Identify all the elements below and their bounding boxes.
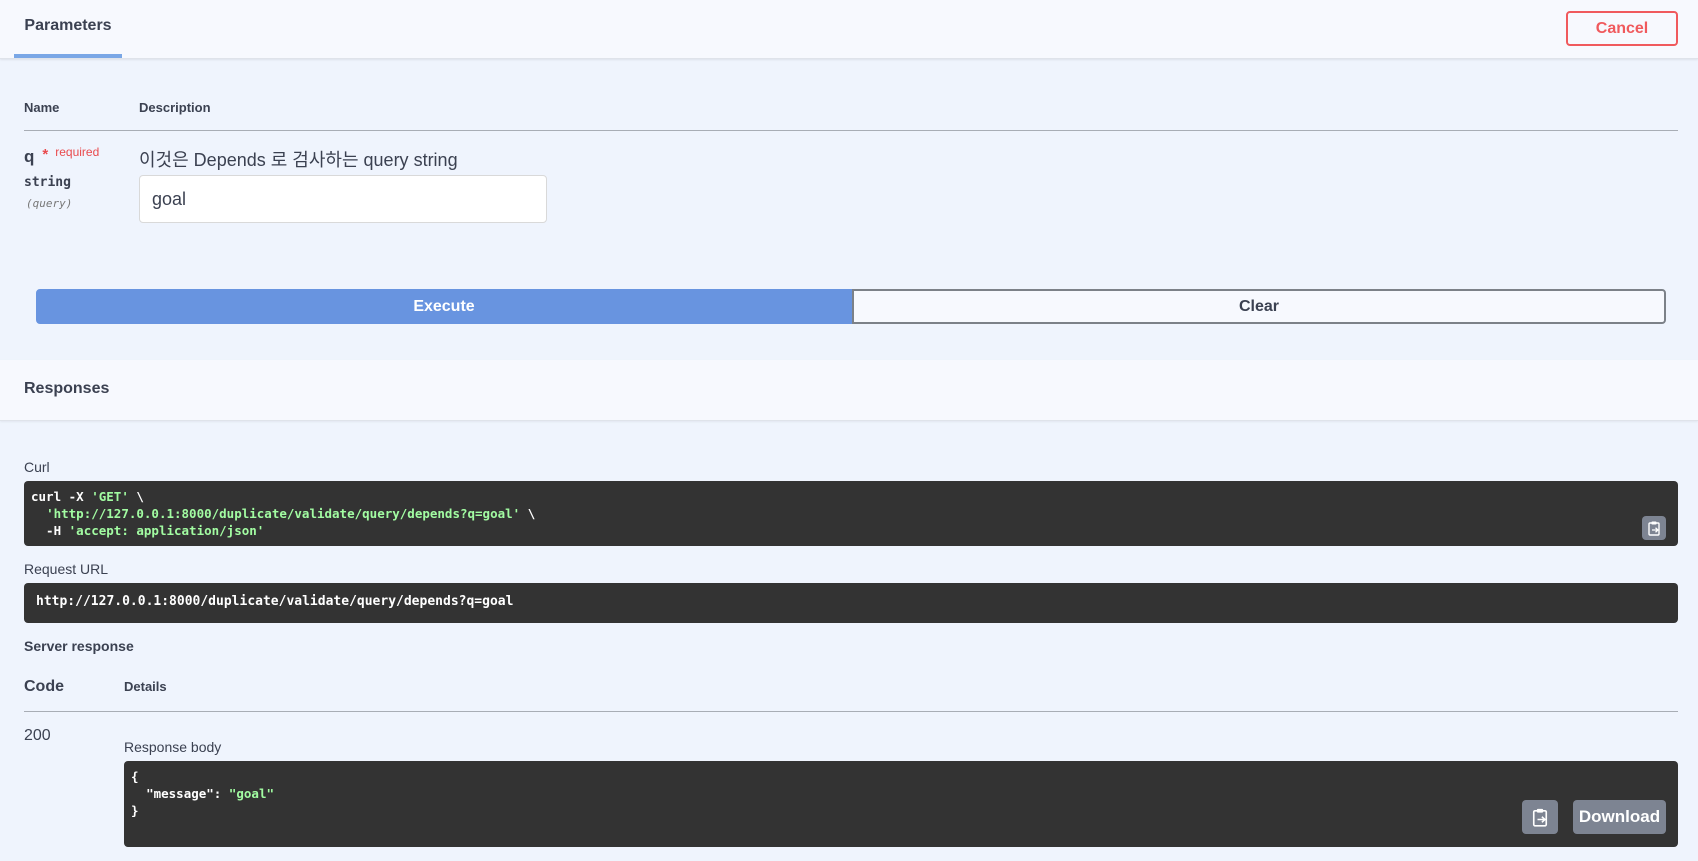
tab-parameters-label: Parameters xyxy=(24,17,112,34)
response-code: 200 xyxy=(24,727,51,744)
execute-clear-group: Execute Clear xyxy=(36,289,1666,324)
curl-label: Curl xyxy=(24,459,50,475)
column-header-details: Details xyxy=(124,679,167,694)
response-body-label: Response body xyxy=(124,739,222,755)
curl-code-block: curl -X 'GET' \ 'http://127.0.0.1:8000/d… xyxy=(24,481,1678,546)
response-body-line: { xyxy=(131,769,139,784)
response-table-divider xyxy=(24,711,1678,712)
clipboard-icon xyxy=(1532,808,1548,827)
responses-header: Responses xyxy=(0,360,1698,421)
column-header-code: Code xyxy=(24,678,64,695)
response-body-line: "message": "goal" xyxy=(146,786,275,801)
param-location: (query) xyxy=(26,197,73,210)
param-type: string xyxy=(24,175,71,190)
param-name: q xyxy=(24,147,35,166)
response-body-block: { "message": "goal" } xyxy=(124,761,1678,847)
column-header-description: Description xyxy=(139,100,211,115)
clipboard-icon xyxy=(1648,521,1660,536)
parameters-header: Parameters Cancel xyxy=(0,0,1698,59)
clear-button[interactable]: Clear xyxy=(852,289,1666,324)
curl-line: -H 'accept: application/json' xyxy=(31,523,265,538)
response-body-line: } xyxy=(131,803,139,818)
param-q-value: goal xyxy=(152,188,187,209)
download-button[interactable]: Download xyxy=(1573,800,1666,834)
required-label: required xyxy=(55,145,100,159)
tab-parameters[interactable]: Parameters xyxy=(14,0,122,58)
curl-line: curl -X 'GET' \ xyxy=(31,489,144,504)
param-description: 이것은 Depends 로 검사하는 query string xyxy=(139,150,458,170)
copy-response-button[interactable] xyxy=(1522,800,1558,834)
param-q-input[interactable]: goal xyxy=(139,175,547,223)
column-header-name: Name xyxy=(24,100,60,115)
param-name-cell: q * required xyxy=(24,145,100,167)
request-url-value: http://127.0.0.1:8000/duplicate/validate… xyxy=(36,594,514,609)
responses-title: Responses xyxy=(24,380,110,397)
table-divider xyxy=(24,130,1678,131)
request-url-block: http://127.0.0.1:8000/duplicate/validate… xyxy=(24,583,1678,623)
required-star: * xyxy=(42,146,49,163)
request-url-label: Request URL xyxy=(24,561,109,577)
execute-button[interactable]: Execute xyxy=(36,289,852,324)
cancel-button[interactable]: Cancel xyxy=(1566,11,1678,46)
copy-curl-button[interactable] xyxy=(1642,516,1666,540)
server-response-label: Server response xyxy=(24,638,134,654)
curl-line: 'http://127.0.0.1:8000/duplicate/validat… xyxy=(46,506,536,521)
